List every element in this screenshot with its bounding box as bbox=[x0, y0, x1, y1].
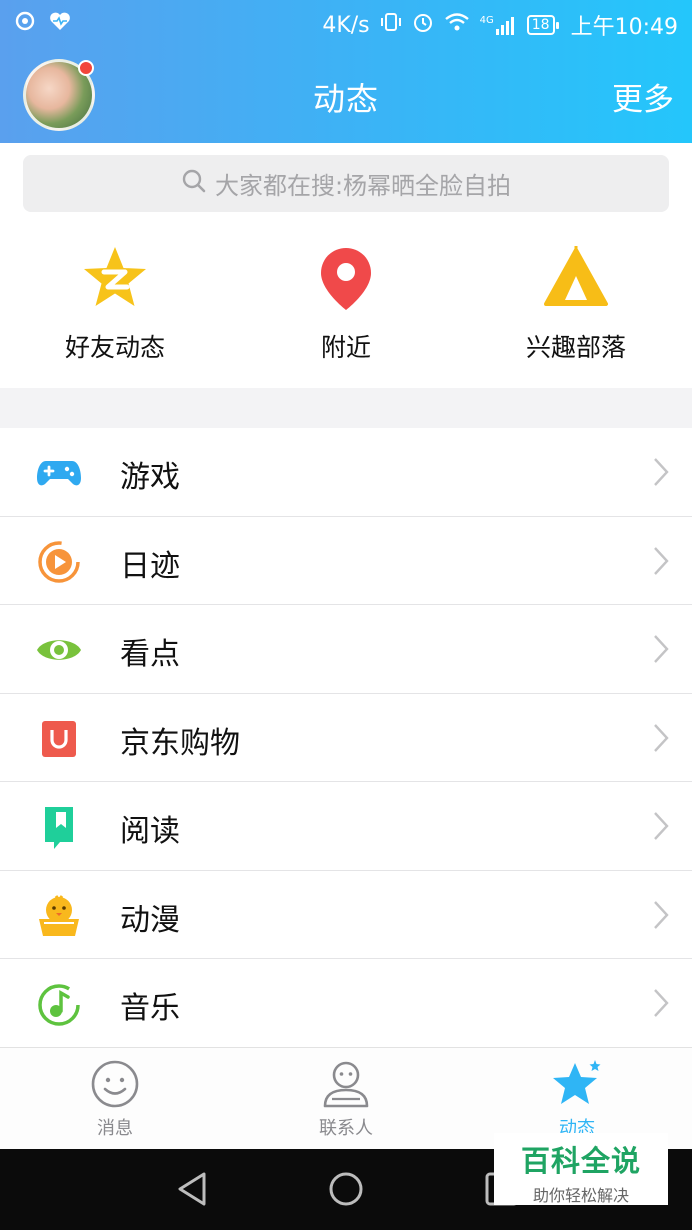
list-item-music[interactable]: 音乐 bbox=[0, 959, 692, 1048]
chevron-right-icon bbox=[652, 810, 670, 842]
tab-messages[interactable]: 消息 bbox=[45, 1058, 185, 1140]
qzone-star-icon bbox=[80, 244, 150, 314]
watermark-title: 百科全说 bbox=[520, 1144, 641, 1178]
search-icon bbox=[181, 168, 207, 200]
shortcut-label: 好友动态 bbox=[64, 333, 165, 362]
feature-shortcuts: 好友动态 附近 兴趣部落 bbox=[0, 230, 692, 388]
alarm-icon bbox=[412, 11, 434, 39]
list-item-diary[interactable]: 日迹 bbox=[0, 516, 692, 605]
list-item-label: 游戏 bbox=[120, 460, 180, 495]
feature-list: 游戏 日迹 看点 京东购物 阅读 动漫 音乐 bbox=[0, 428, 692, 1048]
home-icon[interactable] bbox=[326, 1169, 366, 1209]
clock: 上午10:49 bbox=[570, 15, 678, 40]
more-button[interactable]: 更多 bbox=[612, 74, 674, 119]
search-bar[interactable]: 大家都在搜:杨幂晒全脸自拍 bbox=[23, 155, 669, 212]
list-item-jd-shopping[interactable]: 京东购物 bbox=[0, 693, 692, 782]
shortcut-label: 附近 bbox=[320, 333, 371, 362]
list-item-comics[interactable]: 动漫 bbox=[0, 870, 692, 959]
page-title: 动态 bbox=[312, 80, 379, 118]
gamepad-icon bbox=[36, 450, 82, 496]
shortcut-interest-tribe[interactable]: 兴趣部落 bbox=[476, 230, 676, 364]
back-icon[interactable] bbox=[172, 1169, 212, 1209]
chevron-right-icon bbox=[652, 633, 670, 665]
list-item-label: 日迹 bbox=[120, 548, 180, 584]
status-bar: 4K/s 4G 18 上午10:49 bbox=[0, 0, 692, 46]
shortcut-nearby[interactable]: 附近 bbox=[246, 230, 446, 364]
chevron-right-icon bbox=[652, 899, 670, 931]
list-item-label: 音乐 bbox=[120, 991, 180, 1026]
list-item-reading[interactable]: 阅读 bbox=[0, 782, 692, 871]
chevron-right-icon bbox=[652, 722, 670, 754]
header-background: 4K/s 4G 18 上午10:49 动态 更多 bbox=[0, 0, 692, 143]
person-icon bbox=[320, 1058, 372, 1110]
chevron-right-icon bbox=[652, 545, 670, 577]
tab-label: 消息 bbox=[97, 1118, 133, 1139]
list-item-label: 动漫 bbox=[120, 902, 180, 938]
eye-icon bbox=[36, 627, 82, 673]
network-type: 4G bbox=[479, 15, 494, 26]
list-item-label: 看点 bbox=[120, 637, 180, 672]
section-divider bbox=[0, 388, 692, 428]
network-speed: 4K/s bbox=[322, 12, 370, 38]
chevron-right-icon bbox=[652, 456, 670, 488]
search-placeholder: 大家都在搜:杨幂晒全脸自拍 bbox=[214, 172, 512, 200]
tab-feed[interactable]: 动态 bbox=[507, 1058, 647, 1140]
health-heart-icon bbox=[48, 10, 72, 38]
chick-icon bbox=[36, 893, 82, 939]
wifi-icon bbox=[444, 11, 470, 39]
sync-icon bbox=[14, 10, 36, 38]
signal-4g-icon: 4G bbox=[480, 15, 517, 35]
list-item-kandian[interactable]: 看点 bbox=[0, 605, 692, 694]
watermark-subtitle: 助你轻松解决 bbox=[532, 1186, 629, 1205]
jd-shopping-bag-icon bbox=[36, 716, 82, 762]
shortcut-label: 兴趣部落 bbox=[525, 333, 626, 362]
vibrate-icon bbox=[380, 11, 402, 39]
smile-face-icon bbox=[89, 1058, 141, 1110]
title-bar: 动态 更多 bbox=[0, 46, 692, 143]
list-item-games[interactable]: 游戏 bbox=[0, 428, 692, 517]
star-icon bbox=[551, 1058, 603, 1110]
battery-indicator: 18 bbox=[526, 15, 559, 35]
tab-contacts[interactable]: 联系人 bbox=[276, 1058, 416, 1140]
bookmark-book-icon bbox=[36, 804, 82, 850]
list-item-label: 京东购物 bbox=[120, 725, 240, 761]
music-note-icon bbox=[36, 981, 82, 1027]
tent-icon bbox=[541, 244, 611, 314]
list-item-label: 阅读 bbox=[120, 814, 180, 849]
watermark-logo: 百科全说 助你轻松解决 bbox=[494, 1133, 668, 1205]
location-pin-icon bbox=[311, 244, 381, 314]
chevron-right-icon bbox=[652, 987, 670, 1019]
shortcut-friends-feed[interactable]: 好友动态 bbox=[15, 230, 215, 364]
play-circle-icon bbox=[36, 539, 82, 585]
tab-label: 联系人 bbox=[319, 1118, 373, 1139]
